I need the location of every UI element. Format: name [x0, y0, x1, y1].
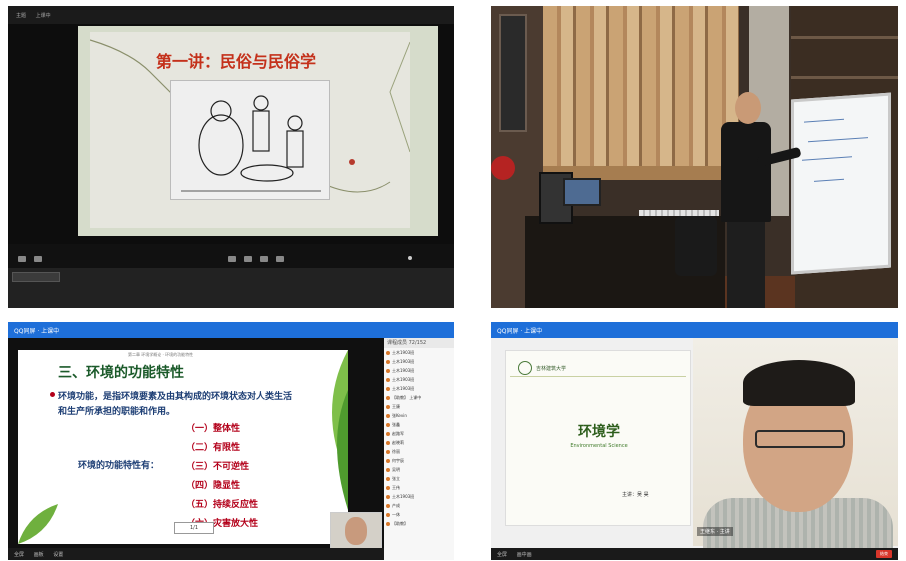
slide-subtitle: Environmental Science [570, 443, 628, 449]
drawing-board-button[interactable]: 画板 [34, 552, 44, 558]
member-item[interactable]: 王伟 [384, 483, 454, 492]
list-item: （四）隐显性 [186, 481, 241, 491]
member-item[interactable]: 土木1903班 [384, 492, 454, 501]
member-item[interactable]: 赵路军 [384, 429, 454, 438]
member-item[interactable]: 土木1903班 [384, 384, 454, 393]
member-item[interactable]: 土木1903班 [384, 357, 454, 366]
teacher-webcam-view[interactable]: 王继东 · 主讲 [693, 338, 898, 558]
university-logo-icon [518, 361, 532, 375]
list-item: （二）有限性 [186, 443, 241, 453]
volume-icon[interactable] [34, 256, 42, 262]
member-item[interactable]: 赵晓莉 [384, 438, 454, 447]
university-name: 吉林建筑大学 [536, 366, 567, 372]
slide-header-strip: 吉林建筑大学 [510, 355, 686, 377]
member-item[interactable]: 何宇辰 [384, 456, 454, 465]
bottom-toolbar: 全屏 画中画 结束 [491, 548, 898, 560]
microphone-icon[interactable] [244, 256, 252, 262]
bullet-icon [50, 392, 55, 397]
slide-definition: 环境功能，是指环境要素及由其构成的环境状态对人类生活和生产所承担的职能和作用。 [58, 392, 293, 417]
list-item: （五）持续反应性 [186, 500, 259, 510]
slide-title: 三、环境的功能特性 [58, 365, 184, 381]
classroom-photo-panel [491, 6, 898, 308]
member-list: 课程成员 72/152 土木1903班 土木1903班 土木1903班 土木19… [384, 338, 454, 560]
app-titlebar: QQ同屏 · 上课中 [8, 322, 454, 338]
topbar-item: 主题 [16, 13, 27, 19]
laptop [563, 178, 601, 206]
share-icon[interactable] [260, 256, 268, 262]
topbar-item: 上课中 [35, 13, 51, 19]
whiteboard [791, 92, 891, 275]
member-list-header: 课程成员 72/152 [384, 338, 454, 348]
teacher-face [345, 517, 367, 545]
member-item[interactable]: 张立 [384, 474, 454, 483]
slide-title: 第一讲：民俗与民俗学 [156, 52, 317, 71]
illustration-image [170, 80, 330, 200]
wall-painting [499, 14, 527, 132]
teacher-camera-thumbnail[interactable] [330, 512, 382, 552]
slide-teacher: 主讲：吴 昊 [622, 492, 649, 498]
red-object [491, 156, 515, 180]
member-item[interactable]: 王康 [384, 402, 454, 411]
slide-title: 环境学 [578, 424, 620, 440]
teacher [717, 92, 802, 308]
settings-button[interactable]: 设置 [53, 552, 63, 558]
chair [675, 216, 717, 276]
slide-header: 第二章 环境学概论 · 环境的功能特性 [128, 352, 194, 357]
fullscreen-button[interactable]: 全屏 [497, 552, 507, 558]
characteristics-list: （一）整体性 （二）有限性 （三）不可逆性 （四）隐显性 （五）持续反应性 （六… [186, 420, 258, 534]
end-class-button[interactable]: 结束 [876, 550, 892, 558]
settings-icon[interactable] [276, 256, 284, 262]
slide: 第二章 环境学概论 · 环境的功能特性 三、环境的功能特性 环境功能，是指环境要… [18, 350, 348, 544]
picture-in-picture-button[interactable]: 画中画 [517, 552, 532, 558]
slide: 吉林建筑大学 环境学 Environmental Science 主讲：吴 昊 [505, 350, 691, 526]
fullscreen-button[interactable]: 全屏 [14, 552, 24, 558]
window-topbar: 主题 上课中 [8, 6, 454, 24]
app-titlebar: QQ同屏 · 上课中 [491, 322, 898, 338]
member-item[interactable]: 【助教】 上课中 [384, 393, 454, 402]
play-icon[interactable] [18, 256, 26, 262]
member-item[interactable]: 张鑫 [384, 420, 454, 429]
member-item[interactable]: 一休 [384, 510, 454, 519]
curtain [543, 6, 739, 166]
status-dot-icon [408, 256, 412, 260]
page-indicator[interactable]: 1/1 [174, 522, 214, 534]
member-item[interactable]: 【助教】 [384, 519, 454, 528]
member-item[interactable]: 徐丽 [384, 447, 454, 456]
taskbar [8, 268, 454, 308]
list-lead: 环境的功能特性有： [78, 461, 160, 471]
hair [743, 360, 855, 406]
member-item[interactable]: 张Kevin [384, 411, 454, 420]
member-item[interactable]: 土木1903班 [384, 375, 454, 384]
camera-icon[interactable] [228, 256, 236, 262]
lecture-screen-panel: 主题 上课中 第一讲：民俗与民俗学 [8, 6, 454, 308]
slide-screen: 第一讲：民俗与民俗学 [78, 26, 438, 236]
member-item[interactable]: 吴明 [384, 465, 454, 474]
list-item: （三）不可逆性 [186, 462, 250, 472]
leaf-decoration-left [18, 504, 58, 544]
search-box[interactable] [12, 272, 60, 282]
member-item[interactable]: 土木1903班 [384, 366, 454, 375]
bottom-toolbar: 全屏 画板 设置 [8, 548, 384, 560]
member-item[interactable]: 产成 [384, 501, 454, 510]
online-class-webcam-panel: QQ同屏 · 上课中 吉林建筑大学 环境学 Environmental Scie… [491, 322, 898, 560]
glasses [755, 430, 845, 448]
slide: 第一讲：民俗与民俗学 [90, 32, 410, 228]
member-item[interactable]: 土木1903班 [384, 348, 454, 357]
online-class-panel: QQ同屏 · 上课中 第二章 环境学概论 · 环境的功能特性 三、环境的功能特性… [8, 322, 454, 560]
camera-name-label: 王继东 · 主讲 [697, 527, 733, 536]
list-item: （一）整体性 [186, 424, 241, 434]
